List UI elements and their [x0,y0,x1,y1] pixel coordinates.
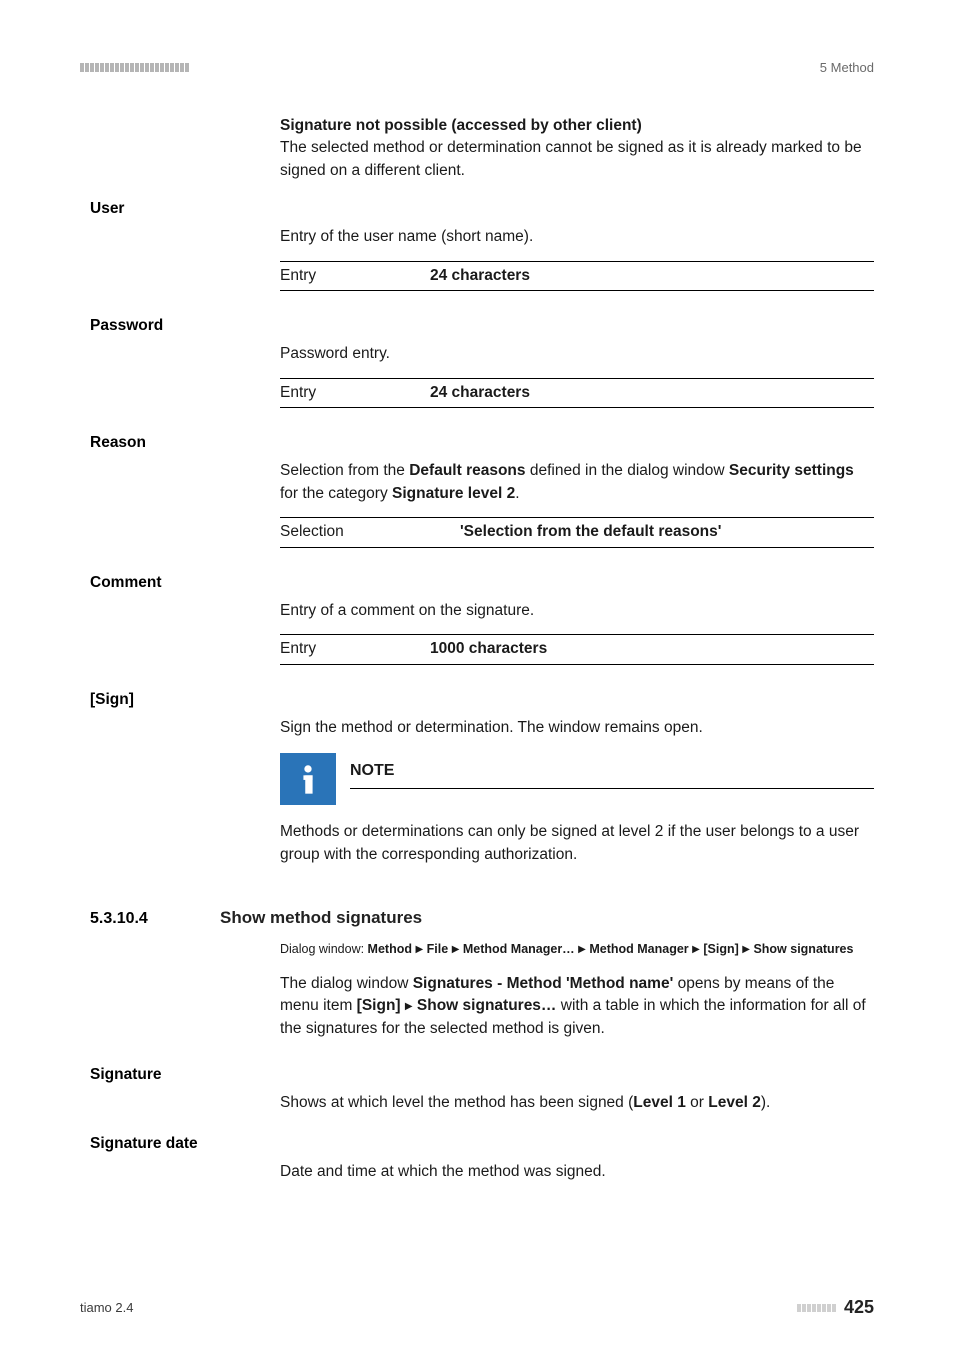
dialog-path-prefix: Dialog window: [280,942,368,956]
triangle-icon: ▶ [692,944,700,955]
signature-date-desc-row: Date and time at which the method was si… [90,1161,874,1195]
sig-desc-a: Shows at which level the method has been… [280,1094,633,1111]
user-entry-label: Entry [280,265,430,287]
footer-left: tiamo 2.4 [80,1300,133,1315]
password-desc-row: Password entry. Entry 24 characters [90,343,874,426]
signature-not-possible-body: The selected method or determination can… [280,137,874,182]
sig-desc-end: ). [761,1094,770,1111]
sign-desc: Sign the method or determination. The wi… [280,717,874,739]
sign-term: [Sign] [90,691,134,708]
page-footer: tiamo 2.4 425 [80,1297,874,1318]
sign-block: [Sign] [90,691,874,709]
section-body-para: The dialog window Signatures - Method 'M… [280,973,874,1040]
page: 5 Method Signature not possible (accesse… [0,0,954,1350]
reason-selection-row: Selection 'Selection from the default re… [280,517,874,547]
reason-block: Reason [90,434,874,452]
triangle-icon: ▶ [405,1001,413,1012]
footer-ticks-decoration [797,1304,836,1312]
reason-desc-security-settings: Security settings [729,462,854,479]
sig-desc-level1: Level 1 [633,1094,686,1111]
signature-date-block: Signature date [90,1135,874,1153]
signature-date-desc: Date and time at which the method was si… [280,1161,874,1183]
user-desc-row: Entry of the user name (short name). Ent… [90,226,874,309]
user-term: User [90,200,124,217]
password-entry-value: 24 characters [430,382,874,404]
password-desc: Password entry. [280,343,874,365]
path-sign: [Sign] [703,942,738,956]
sec-body-signatures-window: Signatures - Method 'Method name' [413,975,674,992]
comment-entry-row: Entry 1000 characters [280,634,874,664]
main-content: Signature not possible (accessed by othe… [90,115,874,1195]
comment-entry-label: Entry [280,638,430,660]
note-body: Methods or determinations can only be si… [280,821,874,866]
signature-desc: Shows at which level the method has been… [280,1092,874,1114]
user-block: User [90,200,874,218]
comment-desc: Entry of a comment on the signature. [280,600,874,622]
reason-term: Reason [90,434,146,451]
user-desc: Entry of the user name (short name). [280,226,874,248]
triangle-icon: ▶ [742,944,750,955]
reason-desc-part-c: defined in the dialog window [526,462,729,479]
reason-desc-part-g: . [515,485,519,502]
password-entry-row: Entry 24 characters [280,378,874,408]
footer-right: 425 [797,1297,874,1318]
reason-sel-value: 'Selection from the default reasons' [460,521,874,543]
signature-date-term: Signature date [90,1135,198,1152]
sec-body-sign: [Sign] [357,997,401,1014]
comment-desc-row: Entry of a comment on the signature. Ent… [90,600,874,683]
comment-term: Comment [90,574,161,591]
section-title: Show method signatures [220,908,422,928]
comment-entry-value: 1000 characters [430,638,874,660]
top-explanation-block: Signature not possible (accessed by othe… [90,115,874,182]
sig-desc-level2: Level 2 [708,1094,761,1111]
triangle-icon: ▶ [578,944,586,955]
dialog-window-path: Dialog window: Method ▶ File ▶ Method Ma… [280,940,874,959]
signature-block: Signature [90,1066,874,1084]
signature-not-possible-title: Signature not possible (accessed by othe… [280,115,874,137]
page-header: 5 Method [80,60,874,75]
triangle-icon: ▶ [415,944,423,955]
password-term: Password [90,317,163,334]
note-box: NOTE Methods or determinations can only … [280,753,874,866]
sign-desc-row: Sign the method or determination. The wi… [90,717,874,888]
comment-block: Comment [90,574,874,592]
section-body-row: Dialog window: Method ▶ File ▶ Method Ma… [90,934,874,1052]
password-entry-label: Entry [280,382,430,404]
password-block: Password [90,317,874,335]
signature-desc-row: Shows at which level the method has been… [90,1092,874,1126]
user-entry-row: Entry 24 characters [280,261,874,291]
section-heading-row: 5.3.10.4 Show method signatures [90,908,874,928]
sig-desc-or: or [686,1094,708,1111]
sec-body-show-signatures: Show signatures… [417,997,557,1014]
signature-term: Signature [90,1066,161,1083]
sec-body-a: The dialog window [280,975,413,992]
path-method: Method [368,942,412,956]
user-entry-value: 24 characters [430,265,874,287]
header-ticks-decoration [80,63,189,72]
reason-desc-default-reasons: Default reasons [409,462,525,479]
note-title: NOTE [350,759,874,789]
path-method-manager1: Method Manager… [463,942,575,956]
reason-desc-part-a: Selection from the [280,462,409,479]
section-number: 5.3.10.4 [90,910,220,928]
reason-desc-part-e: for the category [280,485,392,502]
triangle-icon: ▶ [452,944,460,955]
path-method-manager2: Method Manager [589,942,688,956]
page-number: 425 [844,1297,874,1318]
reason-sel-label: Selection [280,521,460,543]
info-icon [280,753,336,805]
reason-desc-sig-level2: Signature level 2 [392,485,515,502]
reason-desc-row: Selection from the Default reasons defin… [90,460,874,565]
chapter-label: 5 Method [820,60,874,75]
path-file: File [427,942,449,956]
path-show-signatures: Show signatures [753,942,853,956]
reason-desc: Selection from the Default reasons defin… [280,460,874,505]
